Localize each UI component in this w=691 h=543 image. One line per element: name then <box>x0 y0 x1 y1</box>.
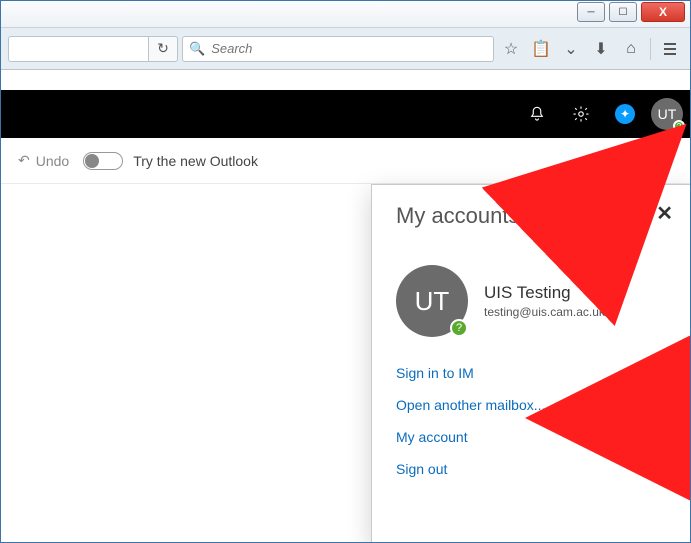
settings-button[interactable] <box>563 96 599 132</box>
url-input[interactable] <box>8 36 148 62</box>
browser-toolbar: ↻ 🔍 ☆ 📋 ⌄ ⬇ ⌂ <box>0 28 691 70</box>
account-info: UIS Testing testing@uis.cam.ac.uk <box>484 283 605 319</box>
window-minimize-button[interactable]: ─ <box>577 2 605 22</box>
my-accounts-panel: My accounts ✕ UT ? UIS Testing testing@u… <box>371 184 691 543</box>
pocket-icon: ⌄ <box>564 39 577 59</box>
account-row: UT ? UIS Testing testing@uis.cam.ac.uk <box>396 265 667 337</box>
download-icon: ⬇ <box>594 39 607 59</box>
home-button[interactable]: ⌂ <box>618 36 644 62</box>
account-email: testing@uis.cam.ac.uk <box>484 305 605 319</box>
account-name: UIS Testing <box>484 283 605 303</box>
account-avatar-button[interactable]: UT ? <box>651 98 683 130</box>
minimize-icon: ─ <box>587 7 594 18</box>
new-outlook-toggle[interactable] <box>83 152 123 170</box>
url-area: ↻ <box>8 35 178 63</box>
my-account-link[interactable]: My account <box>396 429 667 445</box>
home-icon: ⌂ <box>626 40 636 58</box>
hamburger-menu-button[interactable] <box>657 36 683 62</box>
close-icon: X <box>659 5 667 19</box>
presence-indicator: ? <box>450 319 468 337</box>
close-icon: ✕ <box>656 203 673 225</box>
reload-icon: ↻ <box>157 40 169 57</box>
undo-icon: ↶ <box>18 152 30 169</box>
gear-icon <box>572 105 590 123</box>
undo-button[interactable]: ↶ Undo <box>18 152 69 169</box>
avatar-initials: UT <box>415 286 450 317</box>
toggle-label: Try the new Outlook <box>133 153 258 169</box>
hamburger-icon <box>662 41 678 57</box>
bell-icon <box>528 105 546 123</box>
megaphone-icon: ✦ <box>615 104 635 124</box>
window-titlebar: ─ ☐ X <box>0 0 691 28</box>
clipboard-icon: 📋 <box>531 39 551 59</box>
account-links: Sign in to IM Open another mailbox... My… <box>396 365 667 477</box>
reload-button[interactable]: ↻ <box>148 36 178 62</box>
panel-close-button[interactable]: ✕ <box>656 201 673 226</box>
account-avatar: UT ? <box>396 265 468 337</box>
downloads-button[interactable]: ⬇ <box>588 36 614 62</box>
whats-new-button[interactable]: ✦ <box>607 96 643 132</box>
bookmark-button[interactable]: ☆ <box>498 36 524 62</box>
search-icon: 🔍 <box>189 41 205 57</box>
notifications-button[interactable] <box>519 96 555 132</box>
window-close-button[interactable]: X <box>641 2 685 22</box>
window-maximize-button[interactable]: ☐ <box>609 2 637 22</box>
search-input[interactable] <box>211 41 487 56</box>
divider <box>650 38 651 60</box>
presence-indicator: ? <box>673 120 685 132</box>
search-box[interactable]: 🔍 <box>182 36 494 62</box>
open-another-mailbox-link[interactable]: Open another mailbox... <box>396 397 667 413</box>
pocket-button[interactable]: ⌄ <box>558 36 584 62</box>
maximize-icon: ☐ <box>619 7 628 18</box>
app-header: ✦ UT ? <box>0 90 691 138</box>
undo-label: Undo <box>36 153 69 169</box>
outlook-sub-toolbar: ↶ Undo Try the new Outlook <box>0 138 691 184</box>
avatar-initials: UT <box>658 106 677 122</box>
toggle-knob <box>85 154 99 168</box>
panel-title: My accounts <box>396 203 667 229</box>
sign-in-im-link[interactable]: Sign in to IM <box>396 365 667 381</box>
sign-out-link[interactable]: Sign out <box>396 461 667 477</box>
star-icon: ☆ <box>504 39 518 59</box>
library-button[interactable]: 📋 <box>528 36 554 62</box>
